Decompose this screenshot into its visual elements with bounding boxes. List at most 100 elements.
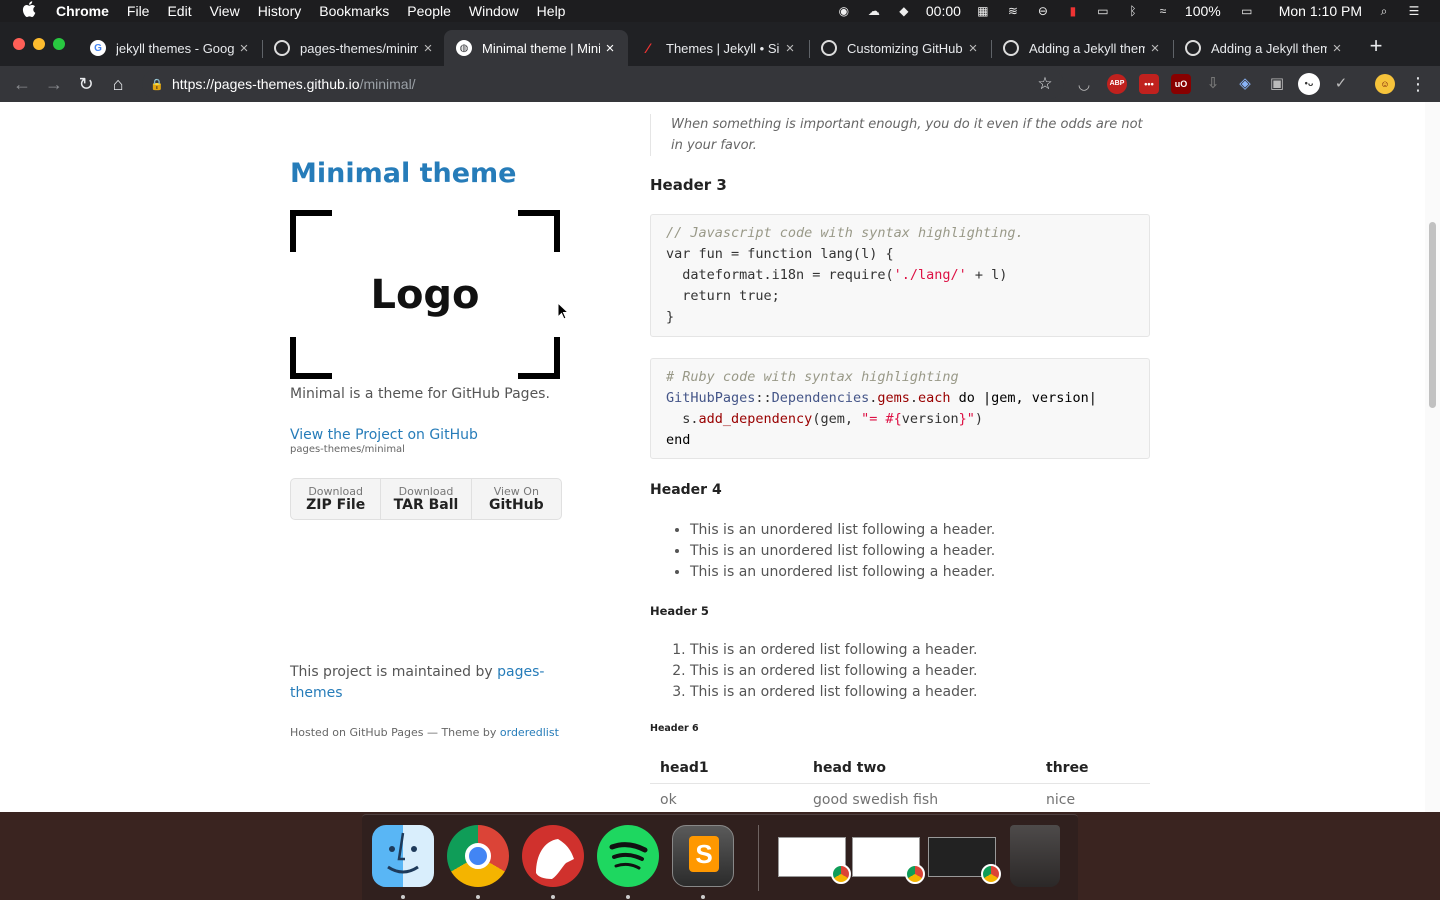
running-indicator bbox=[701, 895, 705, 899]
list-item: This is an unordered list following a he… bbox=[690, 562, 995, 583]
tab-themes-jekyll[interactable]: ⁄ Themes | Jekyll • Sir × bbox=[628, 30, 808, 66]
pocket-icon[interactable]: ◡ bbox=[1074, 74, 1094, 94]
reload-icon[interactable]: ↻ bbox=[74, 72, 98, 96]
dropbox-icon[interactable]: ◆ bbox=[896, 4, 912, 18]
close-tab-icon[interactable]: × bbox=[780, 40, 800, 57]
wifi-icon[interactable]: ≈ bbox=[1155, 4, 1171, 18]
maintainer-prefix: This project is maintained by bbox=[290, 664, 498, 680]
menu-bookmarks[interactable]: Bookmarks bbox=[319, 3, 389, 19]
back-arrow-icon[interactable]: ← bbox=[10, 72, 34, 96]
ublock-origin-icon[interactable]: uO bbox=[1171, 74, 1191, 94]
forward-arrow-icon[interactable]: → bbox=[42, 72, 66, 96]
activity-icon[interactable]: ▦ bbox=[975, 4, 991, 18]
site-title-link[interactable]: Minimal theme bbox=[290, 158, 517, 189]
tab-adding-jekyll-theme-1[interactable]: Adding a Jekyll them × bbox=[991, 30, 1173, 66]
minimized-chrome-window-1[interactable] bbox=[778, 837, 851, 884]
chrome-icon[interactable] bbox=[447, 825, 509, 887]
sync-icon[interactable]: ⊖ bbox=[1035, 4, 1051, 18]
timer-readout[interactable]: 00:00 bbox=[926, 3, 961, 19]
finder-icon[interactable] bbox=[372, 825, 434, 887]
lock-icon[interactable]: 🔒 bbox=[142, 78, 172, 91]
close-tab-icon[interactable]: × bbox=[1327, 40, 1347, 57]
code-line: return true; bbox=[666, 288, 780, 304]
creative-cloud-icon[interactable]: ☁ bbox=[866, 4, 882, 18]
bluetooth-icon[interactable]: ᛒ bbox=[1125, 4, 1141, 18]
profile-avatar[interactable]: ☺ bbox=[1375, 74, 1395, 94]
record-icon[interactable]: ◉ bbox=[836, 4, 852, 18]
battery-percent[interactable]: 100% bbox=[1185, 3, 1221, 19]
battery-icon[interactable]: ▭ bbox=[1235, 4, 1259, 18]
download-tar-button[interactable]: Download TAR Ball bbox=[381, 479, 472, 519]
clock[interactable]: Mon 1:10 PM bbox=[1279, 3, 1362, 19]
close-tab-icon[interactable]: × bbox=[234, 40, 254, 57]
bear-notes-icon[interactable] bbox=[522, 825, 584, 887]
download-zip-button[interactable]: Download ZIP File bbox=[291, 479, 382, 519]
tab-customizing-github[interactable]: Customizing GitHub × bbox=[809, 30, 991, 66]
minimized-chrome-window-3[interactable] bbox=[928, 837, 1001, 884]
backup-icon[interactable]: ≋ bbox=[1005, 4, 1021, 18]
download-zip-small-label: Download bbox=[308, 485, 363, 498]
code-line: dateformat.i18n = require( bbox=[666, 267, 894, 283]
close-tab-icon[interactable]: × bbox=[418, 40, 438, 57]
code-comment: // Javascript code with syntax highlight… bbox=[666, 225, 1024, 241]
jekyll-icon: ⁄ bbox=[646, 40, 650, 56]
spotlight-search-icon[interactable]: ⌕ bbox=[1376, 4, 1392, 18]
code-class: GitHubPages bbox=[666, 390, 756, 406]
close-tab-icon[interactable]: × bbox=[600, 40, 620, 57]
notification-center-icon[interactable]: ☰ bbox=[1406, 4, 1422, 18]
ghostery-icon[interactable]: •ᴗ bbox=[1298, 73, 1320, 95]
menu-file[interactable]: File bbox=[127, 3, 150, 19]
sublime-text-icon[interactable]: S bbox=[672, 825, 734, 887]
close-window-button[interactable] bbox=[13, 38, 25, 50]
content-table: head1 head two three ok good swedish fis… bbox=[650, 752, 1150, 812]
table-cell: good swedish fish bbox=[813, 791, 939, 808]
check-circle-icon[interactable]: ✓ bbox=[1331, 74, 1351, 94]
code-method: add_dependency bbox=[698, 411, 813, 427]
menu-people[interactable]: People bbox=[407, 3, 451, 19]
address-bar[interactable]: 🔒 https://pages-themes.github.io/minimal… bbox=[142, 69, 1064, 99]
menu-chrome[interactable]: Chrome bbox=[56, 3, 109, 19]
table-header-row: head1 head two three bbox=[650, 752, 1150, 784]
chrome-menu-icon[interactable]: ⋮ bbox=[1406, 72, 1430, 96]
theme-author-link[interactable]: orderedlist bbox=[500, 726, 559, 739]
tab-jekyll-themes-google[interactable]: G jekyll themes - Goog × bbox=[78, 30, 262, 66]
hosted-text: Hosted on GitHub Pages — Theme by ordere… bbox=[290, 726, 559, 739]
shield-extension-icon[interactable]: ◈ bbox=[1235, 74, 1255, 94]
scrollbar-thumb[interactable] bbox=[1429, 222, 1436, 408]
close-tab-icon[interactable]: × bbox=[963, 40, 983, 57]
download-extension-icon[interactable]: ⇩ bbox=[1203, 74, 1223, 94]
home-icon[interactable]: ⌂ bbox=[106, 72, 130, 96]
spotify-icon[interactable] bbox=[597, 825, 659, 887]
table-cell: nice bbox=[1046, 791, 1076, 808]
menu-view[interactable]: View bbox=[210, 3, 240, 19]
new-tab-button[interactable]: + bbox=[1366, 35, 1386, 57]
apple-menu-icon[interactable] bbox=[18, 1, 40, 21]
running-indicator bbox=[626, 895, 630, 899]
folder-extension-icon[interactable]: ▣ bbox=[1267, 74, 1287, 94]
note-icon[interactable]: ▮ bbox=[1065, 4, 1081, 18]
page-scrollbar[interactable] bbox=[1425, 102, 1440, 812]
close-tab-icon[interactable]: × bbox=[1145, 40, 1165, 57]
menu-window[interactable]: Window bbox=[469, 3, 519, 19]
dock-separator bbox=[758, 825, 759, 891]
view-project-link[interactable]: View the Project on GitHub bbox=[290, 427, 478, 443]
tab-pages-themes-minimal[interactable]: pages-themes/minim × bbox=[262, 30, 446, 66]
bookmark-star-icon[interactable]: ☆ bbox=[1033, 72, 1057, 96]
adblock-plus-icon[interactable]: ABP bbox=[1107, 74, 1127, 94]
menu-edit[interactable]: Edit bbox=[167, 3, 191, 19]
tab-minimal-theme[interactable]: ◍ Minimal theme | Mini × bbox=[444, 30, 628, 66]
code-line: ) bbox=[974, 411, 984, 427]
zoom-window-button[interactable] bbox=[53, 38, 65, 50]
lastpass-icon[interactable]: ••• bbox=[1139, 74, 1159, 94]
view-on-github-button[interactable]: View On GitHub bbox=[472, 479, 561, 519]
table-cell: ok bbox=[660, 791, 677, 808]
menu-help[interactable]: Help bbox=[537, 3, 566, 19]
minimize-window-button[interactable] bbox=[33, 38, 45, 50]
airplay-icon[interactable]: ▭ bbox=[1095, 4, 1111, 18]
trash-icon[interactable] bbox=[1010, 825, 1060, 887]
header-6: Header 6 bbox=[650, 723, 699, 734]
list-item: This is an ordered list following a head… bbox=[690, 682, 978, 703]
tab-adding-jekyll-theme-2[interactable]: Adding a Jekyll them × bbox=[1173, 30, 1355, 66]
menu-history[interactable]: History bbox=[258, 3, 302, 19]
minimized-chrome-window-2[interactable] bbox=[852, 837, 925, 884]
